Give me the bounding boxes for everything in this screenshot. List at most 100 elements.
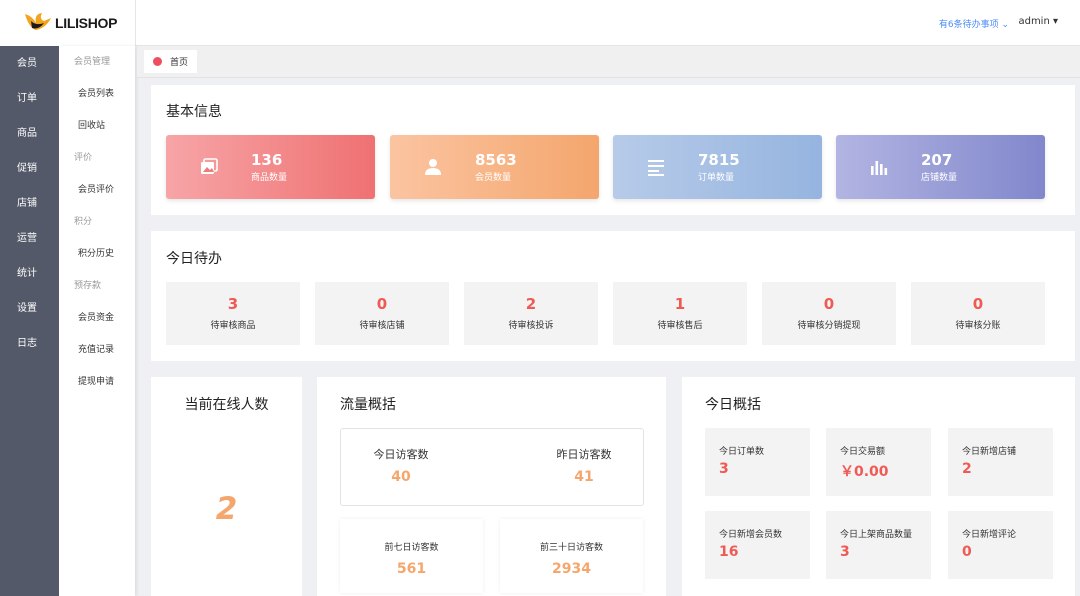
today-visitors-value: 40: [391, 469, 411, 485]
online-users-card: 当前在线人数 2: [151, 377, 302, 596]
traffic-overview-card: 流量概括 今日访客数 40 昨日访客数 41 前七日访客数 561 前三十日访客…: [317, 377, 666, 596]
month-visitors-label: 前三十日访客数: [539, 543, 603, 553]
basic-info-card: 基本信息 136 商品数量 8563 会员数量 7815 订单数量 207 店铺…: [151, 85, 1075, 215]
sidebar-item-points-history[interactable]: 积分历史: [59, 238, 135, 270]
today-visitors: 今日访客数 40: [341, 446, 461, 485]
today-listed-products-tile: 今日上架商品数量 3: [826, 511, 931, 579]
sidebar-item-member-reviews[interactable]: 会员评价: [59, 174, 135, 206]
today-new-reviews-tile: 今日新增评论 0: [948, 511, 1053, 579]
todo-label: 待审核分账: [955, 321, 1001, 331]
todo-count: 2: [525, 295, 537, 313]
todo-pending-settlements[interactable]: 0 待审核分账: [911, 282, 1045, 345]
today-orders-tile: 今日订单数 3: [705, 428, 810, 496]
sidebar-item-member-funds[interactable]: 会员资金: [59, 302, 135, 334]
sidebar-item-member-list[interactable]: 会员列表: [59, 78, 135, 110]
tile-value: 3: [840, 544, 850, 560]
tab-home[interactable]: 首页: [144, 50, 197, 73]
sidebar-item-withdrawals[interactable]: 提现申请: [59, 366, 135, 398]
stat-label: 订单数量: [698, 173, 735, 183]
active-dot-icon: [153, 57, 162, 66]
stat-card-stores[interactable]: 207 店铺数量: [836, 135, 1045, 199]
today-overview-card: 今日概括 今日订单数 3 今日交易额 ￥0.00 今日新增店铺 2 今日新增会员…: [682, 377, 1075, 596]
todo-label: 待审核售后: [657, 321, 703, 331]
sidebar-group-label: 预存款: [74, 281, 102, 291]
nav-orders[interactable]: 订单: [0, 81, 59, 116]
tile-value: 16: [719, 544, 739, 560]
tile-label: 今日上架商品数量: [840, 530, 913, 540]
todo-pending-distribution-withdrawals[interactable]: 0 待审核分销提现: [762, 282, 896, 345]
week-visitors-box: 前七日访客数 561: [340, 519, 483, 593]
nav-statistics[interactable]: 统计: [0, 256, 59, 291]
today-new-stores-tile: 今日新增店铺 2: [948, 428, 1053, 496]
nav-products[interactable]: 商品: [0, 116, 59, 151]
tab-home-label: 首页: [170, 58, 189, 68]
today-revenue-tile: 今日交易额 ￥0.00: [826, 428, 931, 496]
today-todo-card: 今日待办 3 待审核商品 0 待审核店铺 2 待审核投诉 1 待审核售后 0 待…: [151, 231, 1075, 361]
visitor-summary-box: 今日访客数 40 昨日访客数 41: [340, 428, 644, 506]
pending-todo-link[interactable]: 有6条待办事项 ⌄: [939, 17, 1009, 30]
todo-count: 0: [972, 295, 984, 313]
todo-label: 待审核投诉: [508, 321, 554, 331]
stat-label: 会员数量: [475, 173, 512, 183]
stat-value: 8563: [475, 151, 517, 169]
tile-value: 3: [719, 461, 729, 477]
todo-label: 待审核店铺: [359, 321, 405, 331]
tile-value: 2: [962, 461, 972, 477]
nav-members[interactable]: 会员: [0, 46, 59, 81]
tile-label: 今日新增会员数: [719, 530, 783, 540]
stat-label: 店铺数量: [921, 173, 958, 183]
tile-label: 今日新增评论: [962, 530, 1017, 540]
todo-count: 0: [376, 295, 388, 313]
week-visitors-value: 561: [396, 561, 427, 577]
nav-settings[interactable]: 设置: [0, 291, 59, 326]
stat-card-products[interactable]: 136 商品数量: [166, 135, 375, 199]
stat-card-members[interactable]: 8563 会员数量: [390, 135, 599, 199]
todo-count: 3: [227, 295, 239, 313]
todo-pending-stores[interactable]: 0 待审核店铺: [315, 282, 449, 345]
list-icon: [648, 160, 664, 176]
todo-pending-aftersales[interactable]: 1 待审核售后: [613, 282, 747, 345]
stat-card-orders[interactable]: 7815 订单数量: [613, 135, 822, 199]
tile-label: 今日订单数: [719, 447, 765, 457]
today-overview-title: 今日概括: [705, 397, 761, 413]
stat-value: 136: [251, 151, 283, 169]
month-visitors-value: 2934: [552, 561, 591, 577]
online-users-title: 当前在线人数: [184, 397, 269, 413]
online-users-value: 2: [215, 491, 238, 527]
todo-pending-products[interactable]: 3 待审核商品: [166, 282, 300, 345]
sidebar-item-recycle-bin[interactable]: 回收站: [59, 110, 135, 142]
tile-label: 今日交易额: [840, 447, 886, 457]
nav-stores[interactable]: 店铺: [0, 186, 59, 221]
nav-operations[interactable]: 运营: [0, 221, 59, 256]
tile-value: ￥0.00: [840, 464, 889, 480]
month-visitors-box: 前三十日访客数 2934: [500, 519, 643, 593]
brand-name: LILISHOP: [55, 15, 118, 31]
yesterday-visitors-value: 41: [574, 469, 594, 485]
images-icon: [201, 158, 218, 174]
yesterday-visitors: 昨日访客数 41: [524, 446, 644, 485]
todo-label: 待审核商品: [210, 321, 256, 331]
today-new-members-tile: 今日新增会员数 16: [705, 511, 810, 579]
tile-value: 0: [962, 544, 972, 560]
user-icon: [425, 159, 441, 175]
primary-sidebar: 会员 订单 商品 促销 店铺 运营 统计 设置 日志: [0, 46, 59, 596]
nav-logs[interactable]: 日志: [0, 326, 59, 361]
nav-promotions[interactable]: 促销: [0, 151, 59, 186]
stat-value: 207: [921, 151, 953, 169]
stat-label: 商品数量: [251, 173, 288, 183]
top-header: 有6条待办事项 ⌄ admin ▾: [135, 0, 1080, 46]
todo-pending-complaints[interactable]: 2 待审核投诉: [464, 282, 598, 345]
yesterday-visitors-label: 昨日访客数: [556, 448, 612, 461]
today-todo-title: 今日待办: [166, 251, 222, 267]
sidebar-item-recharge-records[interactable]: 充值记录: [59, 334, 135, 366]
todo-count: 0: [823, 295, 835, 313]
week-visitors-label: 前七日访客数: [384, 543, 439, 553]
secondary-sidebar: 会员管理 会员列表 回收站 评价 会员评价 积分 积分历史 预存款 会员资金 充…: [59, 46, 135, 596]
today-visitors-label: 今日访客数: [373, 448, 429, 461]
bird-logo-icon: [25, 13, 51, 30]
sidebar-group-label: 会员管理: [74, 57, 111, 67]
basic-info-title: 基本信息: [166, 104, 222, 120]
todo-label: 待审核分销提现: [797, 321, 861, 331]
brand-logo[interactable]: LILISHOP: [0, 0, 135, 46]
user-dropdown[interactable]: admin ▾: [1018, 16, 1058, 27]
